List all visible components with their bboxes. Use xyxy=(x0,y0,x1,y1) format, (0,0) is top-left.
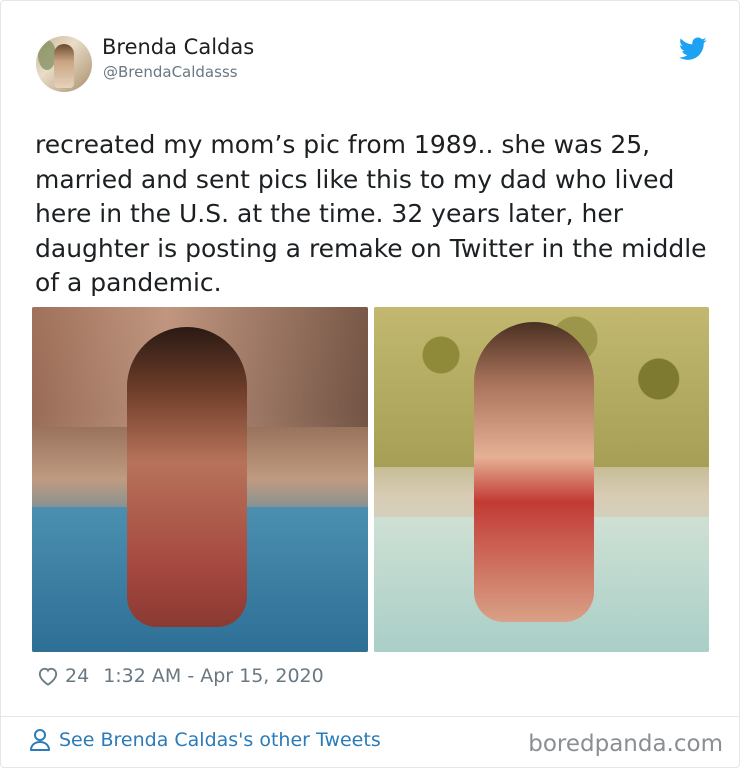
see-other-tweets-label[interactable]: See Brenda Caldas's other Tweets xyxy=(59,729,381,751)
tweet-text: recreated my mom’s pic from 1989.. she w… xyxy=(35,130,707,297)
photo-2-person xyxy=(474,322,594,622)
photo-original-1989[interactable] xyxy=(32,307,368,652)
photo-1-person xyxy=(127,327,247,627)
heart-icon[interactable] xyxy=(37,666,59,686)
avatar[interactable] xyxy=(36,36,92,92)
tweet-card: Brenda Caldas @BrendaCaldasss recreated … xyxy=(0,0,740,768)
tweet-meta: 24 1:32 AM - Apr 15, 2020 xyxy=(37,663,324,689)
tweet-timestamp[interactable]: 1:32 AM - Apr 15, 2020 xyxy=(103,665,324,687)
boredpanda-watermark: boredpanda.com xyxy=(528,731,723,757)
footer-divider xyxy=(1,716,739,717)
photo-remake[interactable] xyxy=(374,307,709,652)
tweet-media[interactable] xyxy=(32,307,709,652)
twitter-bird-icon[interactable] xyxy=(679,37,707,61)
author-display-name[interactable]: Brenda Caldas xyxy=(102,35,254,59)
author-handle[interactable]: @BrendaCaldasss xyxy=(103,63,238,81)
see-other-tweets-link[interactable]: See Brenda Caldas's other Tweets xyxy=(29,728,381,752)
like-count[interactable]: 24 xyxy=(65,665,89,687)
avatar-figure xyxy=(54,44,74,88)
person-icon xyxy=(30,729,50,751)
